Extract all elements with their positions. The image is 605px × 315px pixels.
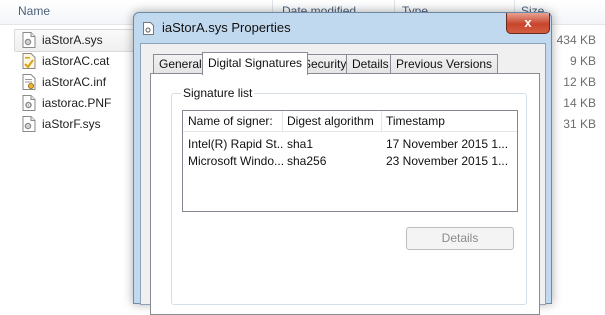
column-separator[interactable] [381, 111, 382, 131]
signer-name: Microsoft Windo... [188, 154, 284, 168]
file-name: iaStorA.sys [42, 33, 103, 47]
file-size: 12 KB [563, 75, 596, 89]
file-size: 14 KB [563, 96, 596, 110]
tab-general[interactable]: General [153, 54, 208, 74]
dialog-client-area: General Digital Signatures Security Deta… [140, 43, 546, 315]
sys-file-icon [22, 116, 36, 132]
signer-name: Intel(R) Rapid St... [188, 137, 284, 151]
file-name: iaStorAC.cat [42, 54, 110, 68]
column-header-signer[interactable]: Name of signer: [188, 114, 273, 128]
sys-file-icon [143, 22, 154, 35]
digest-algorithm: sha256 [287, 154, 327, 168]
catalog-file-icon [22, 53, 36, 69]
pnf-file-icon [22, 95, 36, 111]
column-separator[interactable] [282, 111, 283, 131]
signature-row[interactable]: Intel(R) Rapid St... sha1 17 November 20… [183, 136, 517, 153]
file-name: iaStorF.sys [42, 117, 101, 131]
tab-previous-versions[interactable]: Previous Versions [390, 54, 499, 74]
file-name: iastorac.PNF [42, 96, 112, 110]
digital-signatures-panel: Signature list Name of signer: Digest al… [150, 73, 540, 315]
column-header-timestamp[interactable]: Timestamp [386, 114, 445, 128]
timestamp: 17 November 2015 1... [386, 137, 509, 151]
file-name: iaStorAC.inf [42, 75, 107, 89]
tab-details[interactable]: Details [346, 54, 395, 74]
setup-info-file-icon [22, 74, 36, 90]
file-size: 9 KB [569, 54, 596, 68]
signature-list-label: Signature list [181, 86, 255, 100]
tab-digital-signatures[interactable]: Digital Signatures [202, 52, 309, 75]
timestamp: 23 November 2015 1... [386, 154, 509, 168]
dialog-title: iaStorA.sys Properties [162, 20, 291, 35]
properties-dialog: iaStorA.sys Properties x General Digital… [133, 12, 552, 315]
file-size: 434 KB [556, 33, 596, 47]
file-size: 31 KB [563, 117, 596, 131]
signature-row[interactable]: Microsoft Windo... sha256 23 November 20… [183, 153, 517, 170]
dialog-title-bar[interactable]: iaStorA.sys Properties x [134, 13, 551, 43]
digest-algorithm: sha1 [287, 137, 314, 151]
list-header: Name of signer: Digest algorithm Timesta… [183, 111, 517, 132]
sys-file-icon [22, 32, 36, 48]
signature-list[interactable]: Name of signer: Digest algorithm Timesta… [182, 110, 518, 212]
details-button[interactable]: Details [406, 227, 514, 250]
column-header-digest[interactable]: Digest algorithm [287, 114, 374, 128]
close-icon: x [524, 15, 532, 30]
close-button[interactable]: x [506, 13, 550, 34]
column-header-name[interactable]: Name [18, 4, 50, 18]
signature-list-group: Signature list Name of signer: Digest al… [171, 86, 527, 305]
